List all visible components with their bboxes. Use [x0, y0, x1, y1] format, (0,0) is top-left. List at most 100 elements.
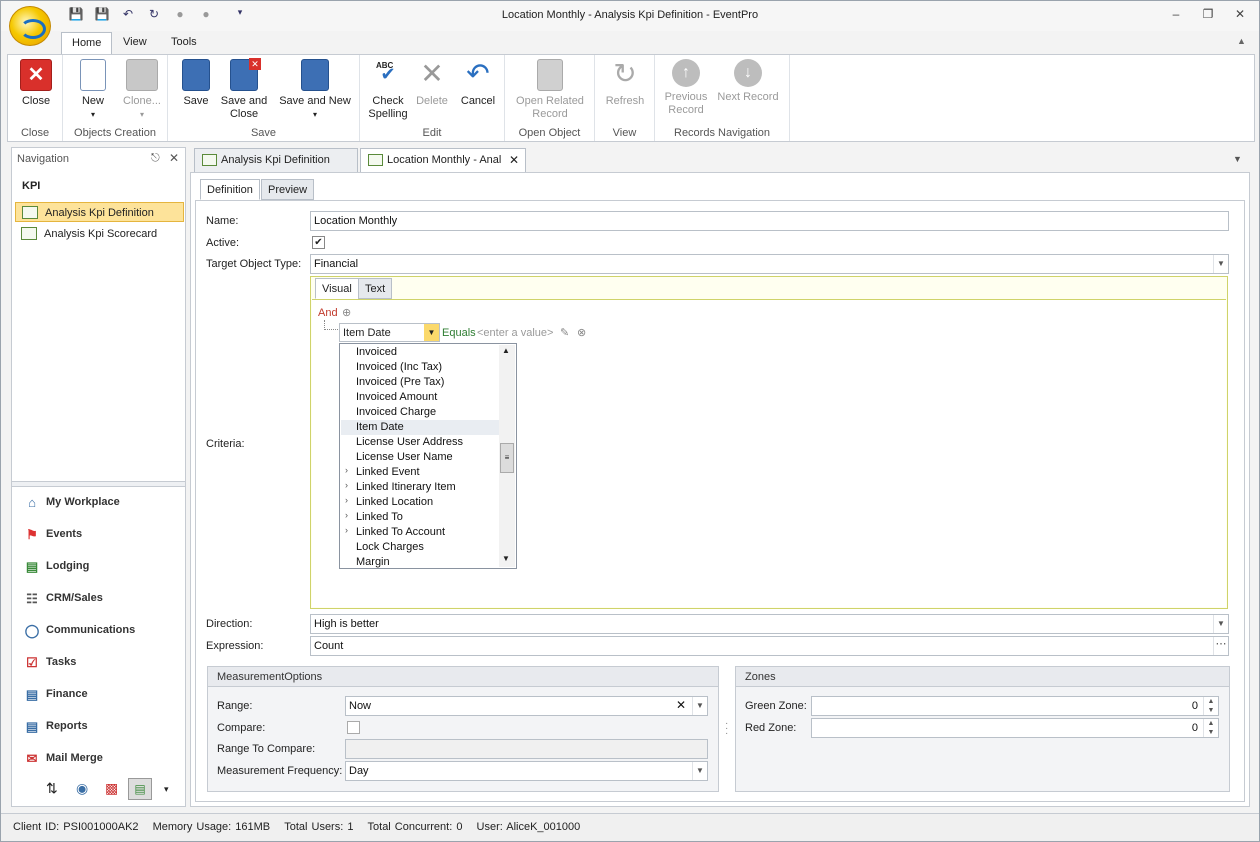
- tab-preview[interactable]: Preview: [261, 179, 315, 200]
- clone-button[interactable]: Clone... ▾: [117, 59, 167, 121]
- nav-module-lodging[interactable]: ▤ Lodging: [16, 554, 182, 580]
- dropdown-arrow-icon[interactable]: ▼: [1213, 615, 1228, 633]
- nav-module-my-workplace[interactable]: ⌂ My Workplace: [16, 490, 182, 516]
- tab-home[interactable]: Home: [61, 32, 113, 55]
- nav-item-kpi-scorecard[interactable]: Analysis Kpi Scorecard: [15, 224, 184, 244]
- new-button[interactable]: New ▾: [71, 59, 115, 121]
- expand-chevron-icon[interactable]: ›: [345, 495, 348, 505]
- refresh-icon[interactable]: ↻: [145, 7, 163, 23]
- app-logo[interactable]: [9, 6, 51, 46]
- dropdown-arrow-icon[interactable]: ▼: [692, 762, 707, 780]
- add-condition-icon[interactable]: ⊕: [342, 306, 351, 319]
- splitter-grip[interactable]: · · ·: [725, 719, 728, 739]
- tab-visual[interactable]: Visual: [315, 278, 359, 299]
- direction-select[interactable]: High is better ▼: [310, 614, 1229, 634]
- field-dropdown-icon[interactable]: ▼: [424, 324, 439, 341]
- cancel-button[interactable]: ↶ Cancel: [456, 59, 500, 108]
- tab-tools[interactable]: Tools: [161, 32, 207, 54]
- check-spelling-button[interactable]: ABC ✔ Check Spelling: [366, 59, 410, 121]
- field-list-scrollbar[interactable]: ▲ ≡ ▼: [499, 345, 515, 567]
- close-button[interactable]: ✕ Close: [16, 59, 56, 108]
- edit-value-icon[interactable]: ✎: [560, 326, 569, 339]
- field-list-item[interactable]: › Linked Event: [341, 465, 499, 480]
- nav-module-reports[interactable]: ▤ Reports: [16, 714, 182, 740]
- field-list-item[interactable]: Lock Charges: [341, 540, 499, 555]
- sort-arrows-icon[interactable]: ⇅: [46, 780, 58, 797]
- expand-chevron-icon[interactable]: ›: [345, 510, 348, 520]
- refresh-button[interactable]: ↻ Refresh: [601, 59, 649, 108]
- field-list-item[interactable]: › Linked Itinerary Item: [341, 480, 499, 495]
- collapse-ribbon-icon[interactable]: ▲: [1237, 36, 1246, 46]
- expand-chevron-icon[interactable]: ›: [345, 465, 348, 475]
- nav-item-kpi-definition[interactable]: Analysis Kpi Definition: [15, 202, 184, 222]
- previous-record-icon[interactable]: ●: [171, 7, 189, 23]
- close-window-icon[interactable]: ✕: [1229, 7, 1251, 23]
- tab-text[interactable]: Text: [358, 278, 393, 299]
- save-close-icon[interactable]: 💾: [93, 7, 111, 23]
- clear-range-icon[interactable]: ✕: [673, 698, 689, 712]
- field-list-item[interactable]: › Linked To: [341, 510, 499, 525]
- green-zone-input[interactable]: 0 ▲ ▼: [811, 696, 1219, 716]
- spin-buttons-icon[interactable]: ▲ ▼: [1203, 697, 1218, 715]
- field-list-item[interactable]: Item Date: [341, 420, 499, 435]
- undo-icon[interactable]: ↶: [119, 7, 137, 23]
- remove-condition-icon[interactable]: ⊗: [577, 326, 586, 339]
- ellipsis-button-icon[interactable]: ⋯: [1213, 637, 1228, 655]
- dropdown-arrow-icon[interactable]: ▼: [692, 697, 707, 715]
- field-list-item[interactable]: Margin: [341, 555, 499, 570]
- bar-chart-icon[interactable]: ▩: [105, 780, 118, 797]
- doc-tab-location-monthly[interactable]: Location Monthly - Anal ✕: [360, 148, 526, 173]
- field-list-item[interactable]: › Linked Location: [341, 495, 499, 510]
- expression-input[interactable]: Count ⋯: [310, 636, 1229, 656]
- field-list-item[interactable]: Invoiced Charge: [341, 405, 499, 420]
- spin-buttons-icon[interactable]: ▲ ▼: [1203, 719, 1218, 737]
- nav-module-events[interactable]: ⚑ Events: [16, 522, 182, 548]
- dropdown-arrow-icon[interactable]: ▼: [1213, 255, 1228, 273]
- minimize-icon[interactable]: –: [1165, 7, 1187, 23]
- field-list-item[interactable]: License User Name: [341, 450, 499, 465]
- save-icon[interactable]: 💾: [67, 7, 85, 23]
- compare-checkbox[interactable]: [347, 721, 360, 734]
- field-list-item[interactable]: Invoiced Amount: [341, 390, 499, 405]
- value-placeholder[interactable]: <enter a value>: [477, 327, 553, 339]
- globe-icon[interactable]: ◉: [76, 780, 88, 797]
- expand-chevron-icon[interactable]: ›: [345, 480, 348, 490]
- tab-list-dropdown-icon[interactable]: ▼: [1233, 154, 1242, 164]
- save-new-button[interactable]: Save and New ▾: [274, 59, 356, 121]
- group-operator-and[interactable]: And: [318, 307, 338, 319]
- close-tab-icon[interactable]: ✕: [509, 153, 519, 167]
- open-related-button[interactable]: Open Related Record: [511, 59, 589, 121]
- pane-splitter[interactable]: [12, 481, 185, 487]
- field-list-item[interactable]: › Linked To Account: [341, 525, 499, 540]
- kpi-module-icon[interactable]: ▤: [128, 778, 152, 800]
- target-object-select[interactable]: Financial ▼: [310, 254, 1229, 274]
- next-record-button[interactable]: ↓ Next Record: [715, 59, 781, 104]
- field-list-item[interactable]: Invoiced (Pre Tax): [341, 375, 499, 390]
- tab-view[interactable]: View: [113, 32, 157, 54]
- restore-icon[interactable]: ❐: [1197, 7, 1219, 23]
- operator-equals[interactable]: Equals: [442, 327, 476, 339]
- active-checkbox[interactable]: ✔: [312, 236, 325, 249]
- save-close-button[interactable]: ✕ Save and Close: [218, 58, 270, 121]
- frequency-select[interactable]: Day ▼: [345, 761, 708, 781]
- pin-icon[interactable]: ⎋: [151, 152, 160, 165]
- doc-tab-kpi-definition[interactable]: Analysis Kpi Definition: [194, 148, 358, 172]
- field-list-item[interactable]: Invoiced (Inc Tax): [341, 360, 499, 375]
- previous-record-button[interactable]: ↑ Previous Record: [659, 59, 713, 117]
- close-pane-icon[interactable]: ✕: [169, 151, 179, 165]
- range-select[interactable]: Now ✕ ▼: [345, 696, 708, 716]
- field-selector[interactable]: Item Date ▼: [339, 323, 440, 342]
- range-compare-input[interactable]: [345, 739, 708, 759]
- next-record-icon[interactable]: ●: [197, 7, 215, 23]
- field-list-item[interactable]: License User Address: [341, 435, 499, 450]
- scroll-thumb[interactable]: ≡: [500, 443, 514, 473]
- red-zone-input[interactable]: 0 ▲ ▼: [811, 718, 1219, 738]
- nav-module-tasks[interactable]: ☑ Tasks: [16, 650, 182, 676]
- nav-module-mail-merge[interactable]: ✉ Mail Merge: [16, 746, 182, 772]
- customize-toolbar-icon[interactable]: ▾: [231, 7, 249, 23]
- nav-module-finance[interactable]: ▤ Finance: [16, 682, 182, 708]
- save-button[interactable]: Save: [176, 59, 216, 108]
- more-modules-icon[interactable]: ▾: [164, 784, 169, 795]
- field-list-item[interactable]: Invoiced: [341, 345, 499, 360]
- delete-button[interactable]: ✕ Delete: [412, 59, 452, 108]
